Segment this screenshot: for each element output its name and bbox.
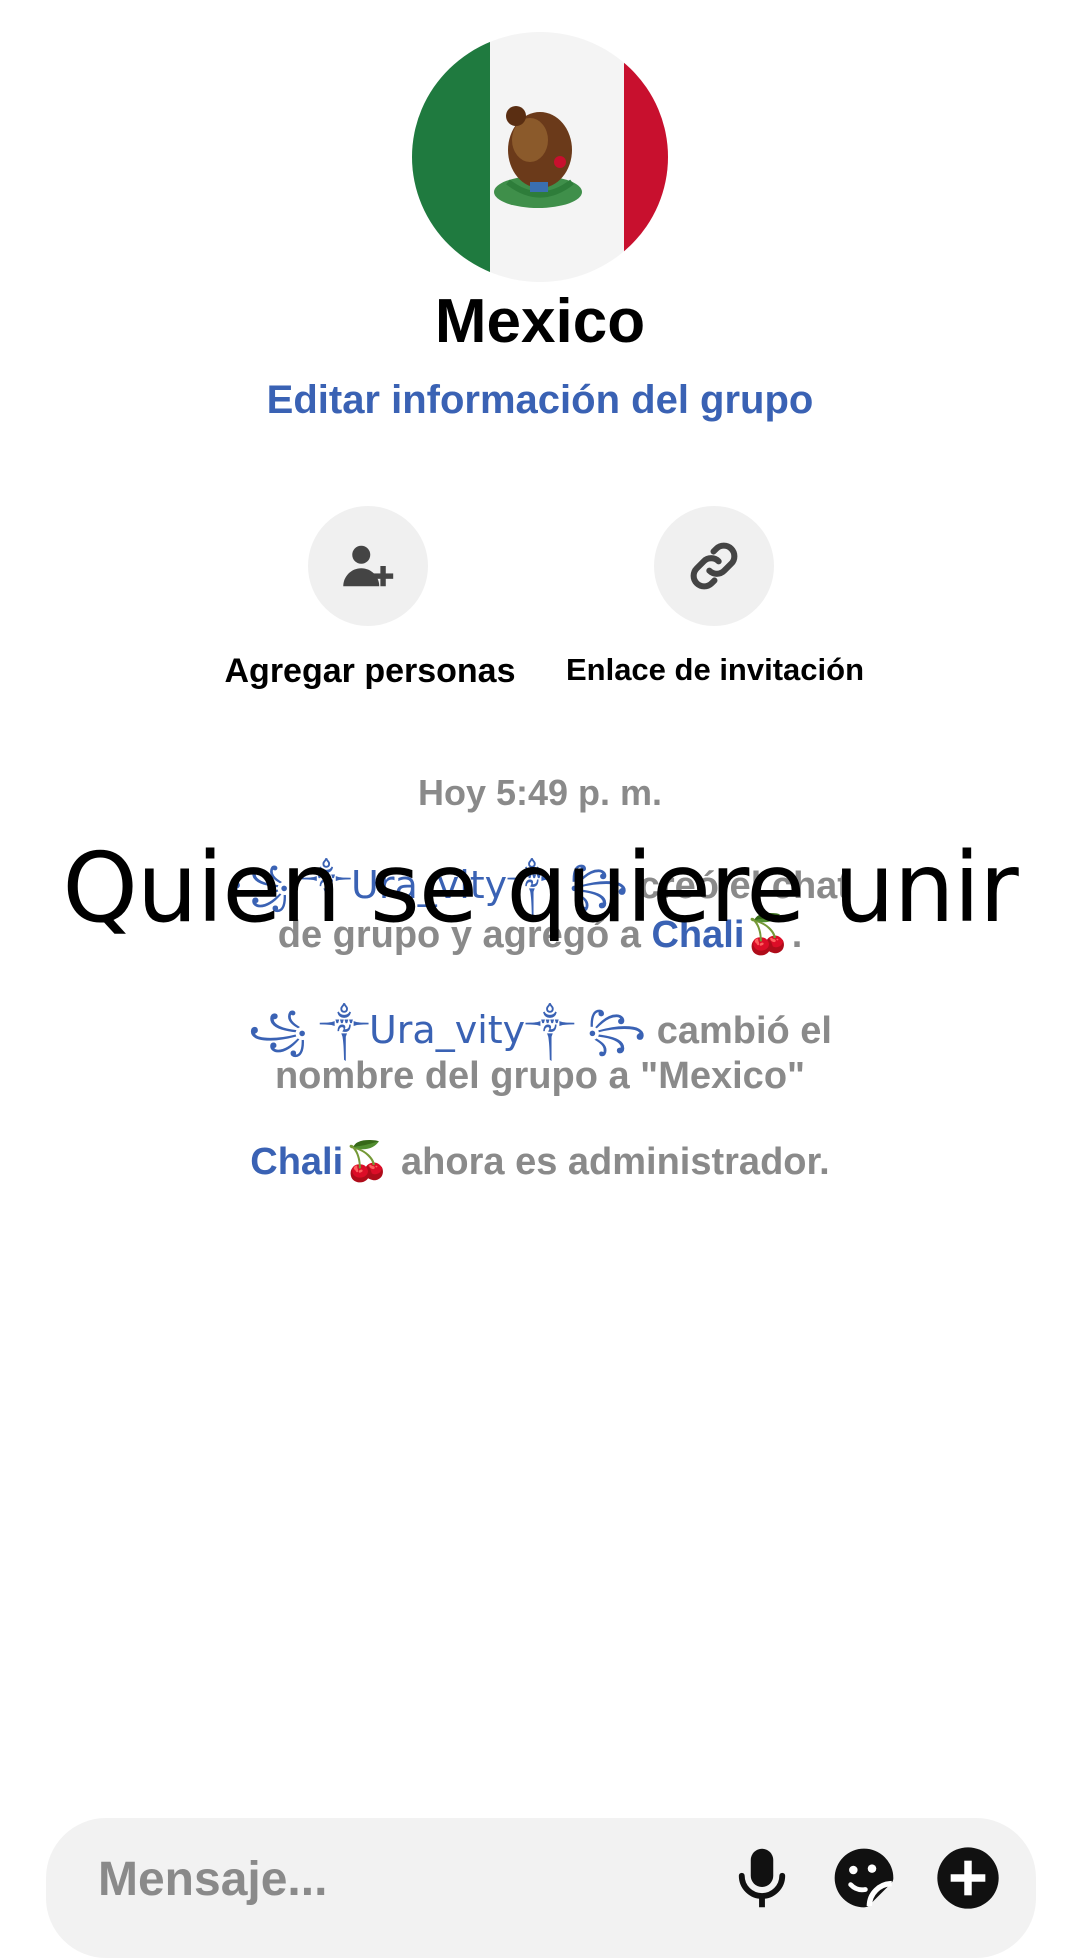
microphone-icon [738,1848,786,1908]
sticker-icon [834,1848,894,1908]
renamer-username[interactable]: ꧁ ༒Ura_vity༒ ꧂ [248,1008,646,1052]
timestamp: Hoy 5:49 p. m. [417,772,663,813]
edit-group-info-link[interactable]: Editar información del grupo [0,378,1080,423]
renamed-text-a: cambió el [656,1010,832,1052]
message-composer [46,1818,1036,1958]
add-people-label: Agregar personas [224,652,516,690]
microphone-button[interactable] [730,1846,794,1910]
add-people-button[interactable] [308,506,428,626]
message-input[interactable] [96,1848,660,1910]
invite-link-button[interactable] [654,506,774,626]
admin-text: ahora es administrador. [401,1141,830,1183]
sticker-button[interactable] [832,1846,896,1910]
add-person-icon [343,545,394,587]
system-message-admin: Chali🍒 ahora es administrador. [0,1140,1080,1184]
group-avatar[interactable] [412,32,668,282]
system-message-renamed-line2: nombre del grupo a "Mexico" [274,1055,806,1097]
overlay-caption: Quien se quiere unir [62,832,1018,944]
plus-icon [937,1847,999,1909]
mexico-flag-image [412,32,668,282]
admin-username[interactable]: Chali🍒 [250,1141,390,1183]
invite-link-label: Enlace de invitación [565,652,865,687]
group-name: Mexico [434,287,646,356]
add-attachment-button[interactable] [936,1846,1000,1910]
link-icon [690,542,738,590]
